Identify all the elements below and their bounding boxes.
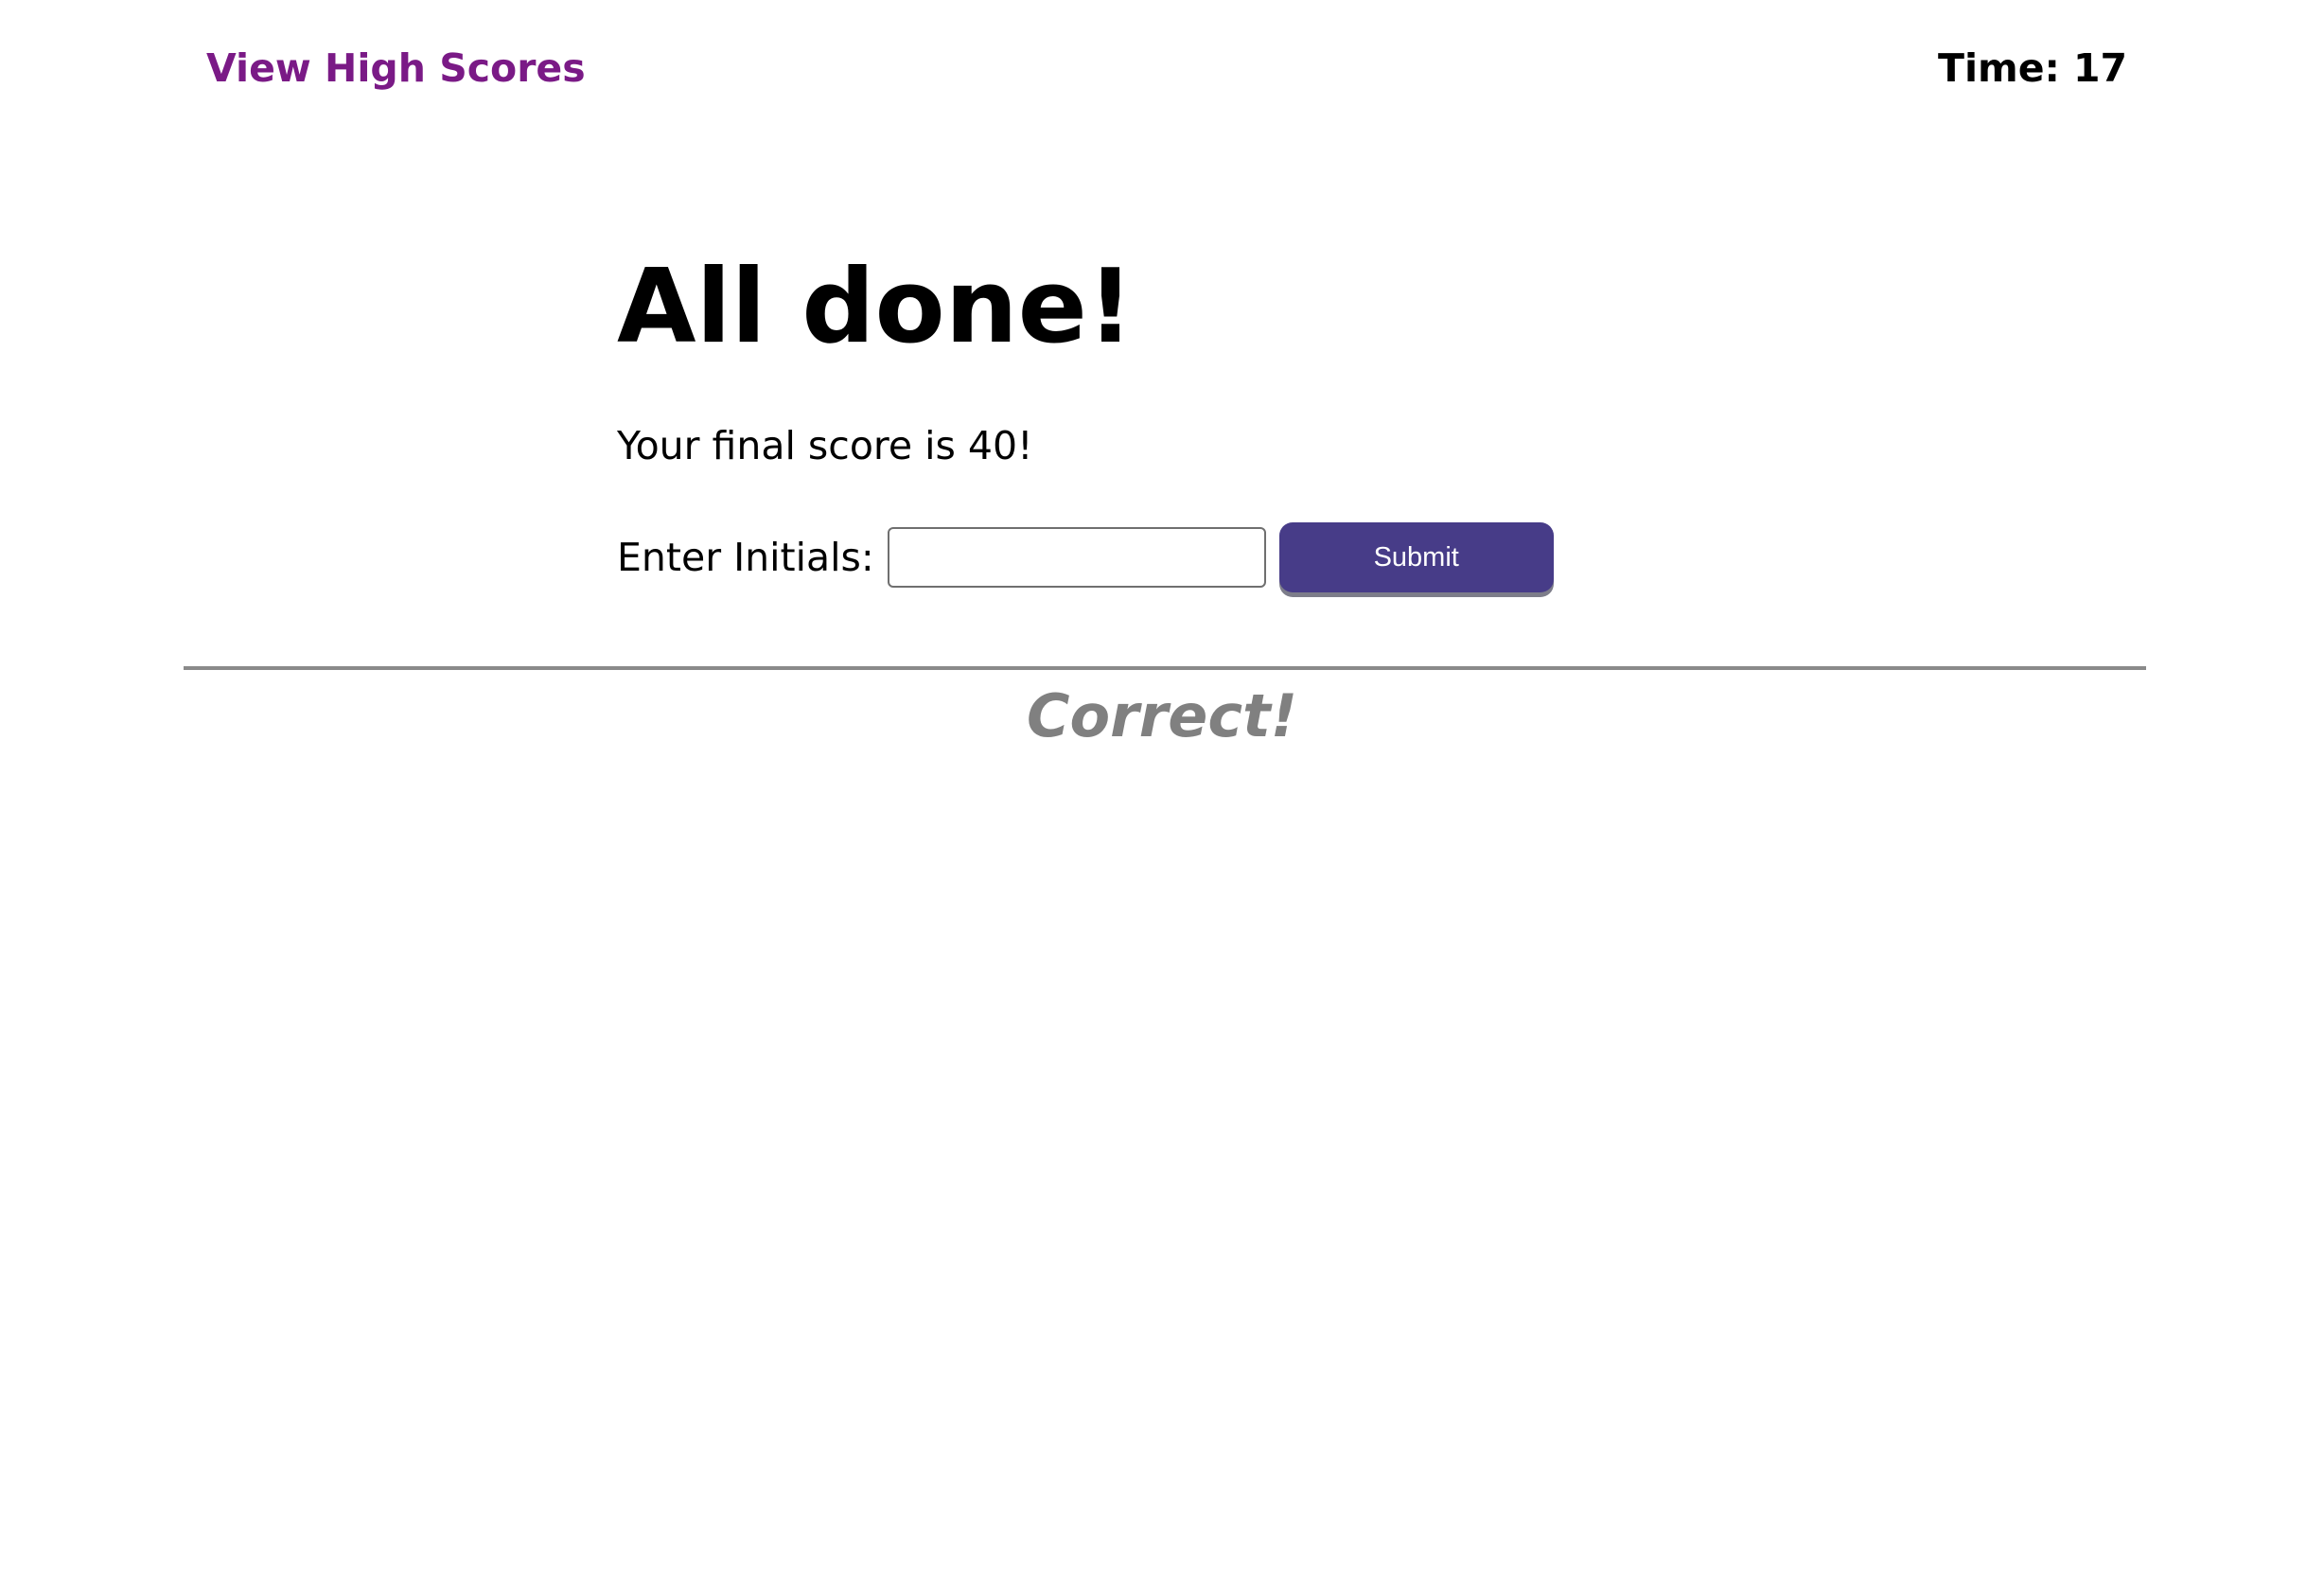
initials-label: Enter Initials:: [617, 535, 874, 580]
submit-button[interactable]: Submit: [1278, 522, 1554, 592]
divider: [184, 666, 2146, 670]
timer-label: Time:: [1937, 45, 2060, 91]
answer-feedback: Correct!: [1027, 681, 1297, 750]
timer-value: 17: [2072, 45, 2127, 91]
final-score-text: Your final score is 40!: [617, 423, 1033, 468]
page-title: All done!: [617, 248, 1135, 366]
results-panel: All done! Your final score is 40! Enter …: [617, 237, 1554, 592]
quiz-page: View High Scores Time: 17 All done! Your …: [0, 0, 2324, 1569]
initials-form: Enter Initials: Submit: [617, 522, 1554, 592]
timer: Time: 17: [1938, 45, 2127, 91]
view-high-scores-link[interactable]: View High Scores: [206, 45, 586, 91]
initials-input[interactable]: [887, 527, 1266, 588]
